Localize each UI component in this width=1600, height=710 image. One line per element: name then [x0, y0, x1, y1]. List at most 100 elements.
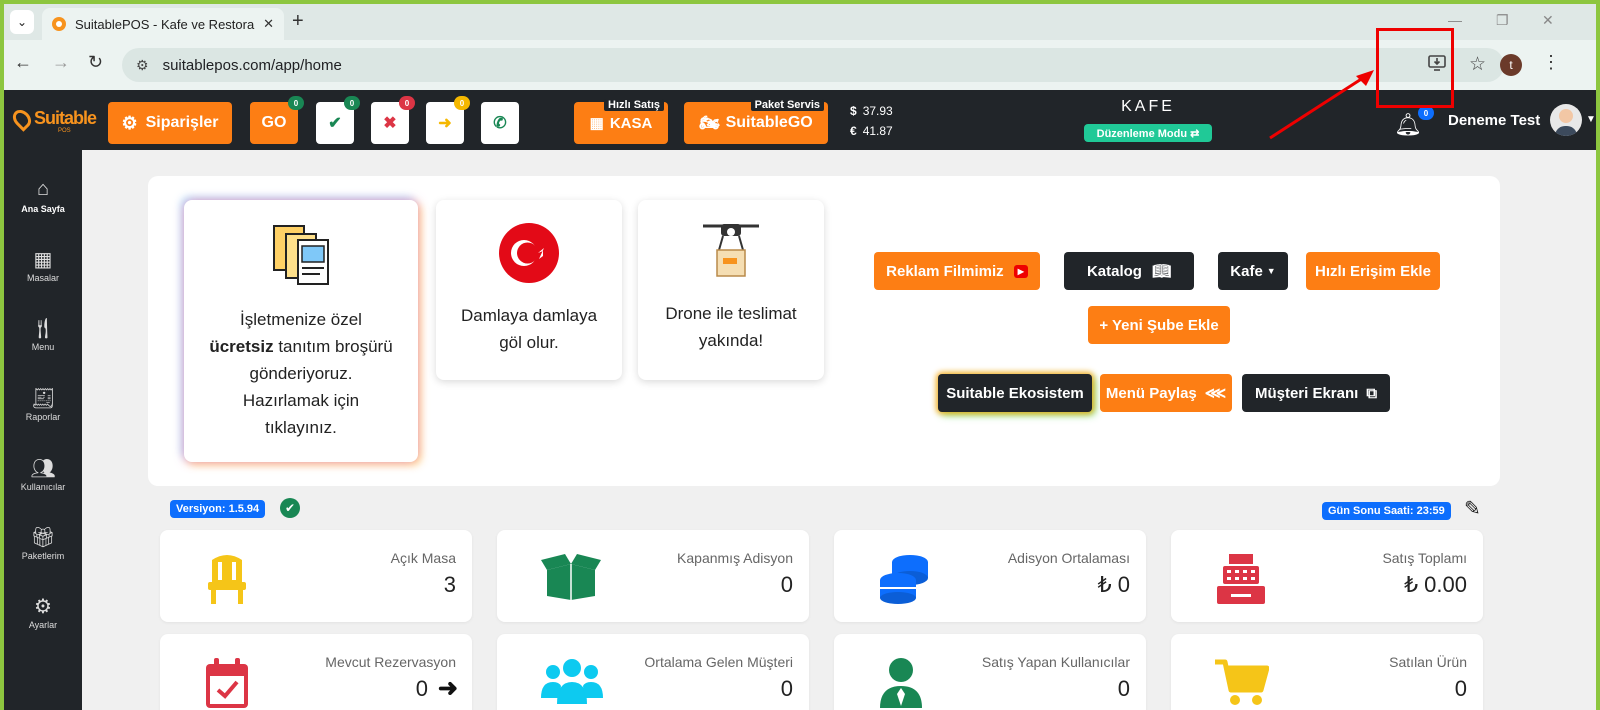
transfer-badge: 0 — [454, 96, 470, 110]
logo-text: Suitable — [34, 108, 97, 128]
sidebar-item-label: Kullanıcılar — [20, 482, 66, 492]
sidebar-item-label: Raporlar — [25, 412, 61, 422]
edit-mode-toggle[interactable]: Düzenleme Modu ⇄ — [1084, 124, 1212, 142]
brochure-bold: ücretsiz — [209, 337, 274, 356]
sidebar-item-ana-sayfa[interactable]: ⌂ Ana Sayfa — [4, 178, 82, 214]
stat-value: 0 — [1117, 676, 1130, 701]
sidebar-item-menu[interactable]: 🍴︎ Menu — [4, 316, 82, 352]
bookmark-star-icon[interactable]: ☆ — [1469, 53, 1486, 76]
cancel-orders-button[interactable]: ✖ 0 — [371, 96, 415, 144]
book-icon: 📖︎ — [1151, 263, 1172, 280]
close-tab-icon[interactable]: ✕ — [263, 16, 274, 32]
reklam-button[interactable]: Reklam Filmimiz ▶ — [874, 252, 1040, 290]
back-button[interactable]: ← — [14, 52, 32, 73]
suitable-logo[interactable]: Suitable POS — [9, 105, 97, 134]
cash-register-icon: ▦ — [589, 115, 604, 132]
tab-search-button[interactable]: ⌄ — [10, 10, 34, 34]
table-icon: ▦ — [33, 249, 53, 271]
kasa-label: KASA — [609, 114, 653, 132]
eur-rate-value: 41.87 — [862, 124, 893, 138]
brochure-text-2b: tanıtım broşürü — [273, 337, 393, 356]
brochure-text-2: ücretsiz tanıtım broşürü — [184, 333, 418, 360]
users-group-icon — [541, 659, 603, 704]
chair-icon — [208, 555, 246, 604]
ekosistem-button[interactable]: Suitable Ekosistem — [938, 374, 1092, 412]
siparisler-button[interactable]: ⚙ Siparişler — [108, 102, 232, 144]
stat-satis-yapan-kullanicilar[interactable]: Satış Yapan Kullanıcılar 0 — [834, 634, 1146, 710]
stat-acik-masa[interactable]: Açık Masa 3 — [160, 530, 472, 622]
logo-subtext: POS — [58, 128, 71, 134]
stat-label: Açık Masa — [390, 550, 456, 566]
profile-avatar[interactable]: t — [1500, 54, 1522, 76]
stat-value: 0 — [1454, 676, 1467, 701]
verified-check-icon: ✔ — [280, 498, 300, 518]
stat-ortalama-gelen-musteri[interactable]: Ortalama Gelen Müşteri 0 — [497, 634, 809, 710]
euro-icon: € — [850, 124, 857, 138]
yeni-sube-button[interactable]: + Yeni Şube Ekle — [1088, 306, 1230, 344]
go-button[interactable]: GO 0 — [250, 96, 304, 144]
hizli-erisim-button[interactable]: Hızlı Erişim Ekle — [1306, 252, 1440, 290]
url-text: suitablepos.com/app/home — [162, 56, 342, 74]
menu-paylas-button[interactable]: Menü Paylaş ⋘ — [1100, 374, 1232, 412]
edit-icon[interactable]: ✎ — [1464, 496, 1481, 521]
menu-paylas-label: Menü Paylaş — [1105, 384, 1197, 402]
minimize-icon[interactable]: — — [1448, 12, 1462, 28]
check-icon: ✔ — [328, 115, 342, 132]
sidebar-item-paketlerim[interactable]: 🎁︎ Paketlerim — [4, 525, 82, 561]
sidebar-item-raporlar[interactable]: 🧾︎ Raporlar — [4, 386, 82, 422]
receipt-icon: 🧾︎ — [30, 388, 56, 410]
user-name[interactable]: Deneme Test — [1448, 112, 1540, 129]
utensils-icon: 🍴︎ — [30, 318, 56, 340]
sidebar-item-masalar[interactable]: ▦ Masalar — [4, 247, 82, 283]
proverb-text-1: Damlaya damlaya — [460, 306, 598, 325]
musteri-ekrani-button[interactable]: Müşteri Ekranı ⧉ — [1242, 374, 1390, 412]
stat-kapanmis-adisyon[interactable]: Kapanmış Adisyon 0 — [497, 530, 809, 622]
turkey-flag-icon — [499, 223, 559, 283]
brochure-card[interactable]: İşletmenize özel ücretsiz tanıtım broşür… — [184, 200, 418, 462]
youtube-icon: ▶ — [1013, 264, 1028, 278]
browser-tab[interactable]: SuitablePOS - Kafe ve Restoran ✕ — [42, 8, 284, 40]
site-settings-icon[interactable]: ⚙ — [136, 57, 149, 74]
new-tab-button[interactable]: + — [292, 10, 304, 32]
gears-icon: ⚙ — [34, 596, 52, 618]
suitablego-button[interactable]: Paket Servis 🏍 SuitableGO — [684, 99, 828, 144]
forward-button[interactable]: → — [52, 52, 70, 73]
tab-title: SuitablePOS - Kafe ve Restoran — [75, 16, 255, 32]
coins-icon — [880, 555, 928, 604]
proverb-text-2: göl olur. — [499, 333, 559, 352]
musteri-ekrani-label: Müşteri Ekranı — [1254, 384, 1359, 402]
transfer-button[interactable]: ➜ 0 — [426, 96, 470, 144]
phone-orders-button[interactable]: ✆ — [481, 102, 519, 144]
hizli-erisim-label: Hızlı Erişim Ekle — [1315, 262, 1431, 280]
reload-button[interactable]: ↻ — [88, 52, 103, 73]
stat-value: ₺ 0.00 — [1404, 572, 1467, 597]
approve-button[interactable]: ✔ 0 — [316, 96, 360, 144]
stat-adisyon-ortalamasi[interactable]: Adisyon Ortalaması ₺ 0 — [834, 530, 1146, 622]
drone-text-2: yakında! — [698, 331, 764, 350]
version-badge: Versiyon: 1.5.94 — [170, 500, 266, 518]
sidebar-item-kullanicilar[interactable]: 👥︎ Kullanıcılar — [4, 456, 82, 492]
close-window-icon[interactable]: ✕ — [1542, 12, 1554, 29]
stat-value: 0 — [780, 676, 793, 701]
restore-icon[interactable]: ❐ — [1496, 12, 1509, 29]
stat-satis-toplami[interactable]: Satış Toplamı ₺ 0.00 — [1171, 530, 1483, 622]
katalog-button[interactable]: Katalog 📖︎ — [1064, 252, 1194, 290]
x-icon: ✖ — [383, 115, 397, 132]
shopping-cart-icon — [1215, 659, 1269, 705]
stat-mevcut-rezervasyon[interactable]: Mevcut Rezervasyon 0 ➜ — [160, 634, 472, 710]
user-avatar[interactable] — [1550, 104, 1582, 136]
stat-satilan-urun[interactable]: Satılan Ürün 0 — [1171, 634, 1483, 710]
user-menu-chevron-icon[interactable]: ▼ — [1586, 114, 1596, 125]
stat-value: ₺ 0 — [1097, 572, 1130, 597]
annotation-arrow — [1269, 70, 1374, 140]
sidebar-item-label: Menu — [31, 342, 55, 352]
kasa-button[interactable]: Hızlı Satış ▦ KASA — [574, 99, 668, 144]
kafe-dropdown[interactable]: Kafe ▼ — [1218, 252, 1288, 290]
brochure-text-3: gönderiyoruz. — [249, 364, 353, 383]
browser-menu-icon[interactable]: ⋮ — [1542, 52, 1560, 73]
stat-value: 0 — [415, 676, 428, 701]
external-link-icon: ⧉ — [1366, 384, 1378, 402]
notifications-button[interactable]: 🔔︎ 0 — [1394, 106, 1434, 138]
arrow-right-icon[interactable]: ➜ — [438, 674, 458, 703]
sidebar-item-ayarlar[interactable]: ⚙ Ayarlar — [4, 594, 82, 630]
